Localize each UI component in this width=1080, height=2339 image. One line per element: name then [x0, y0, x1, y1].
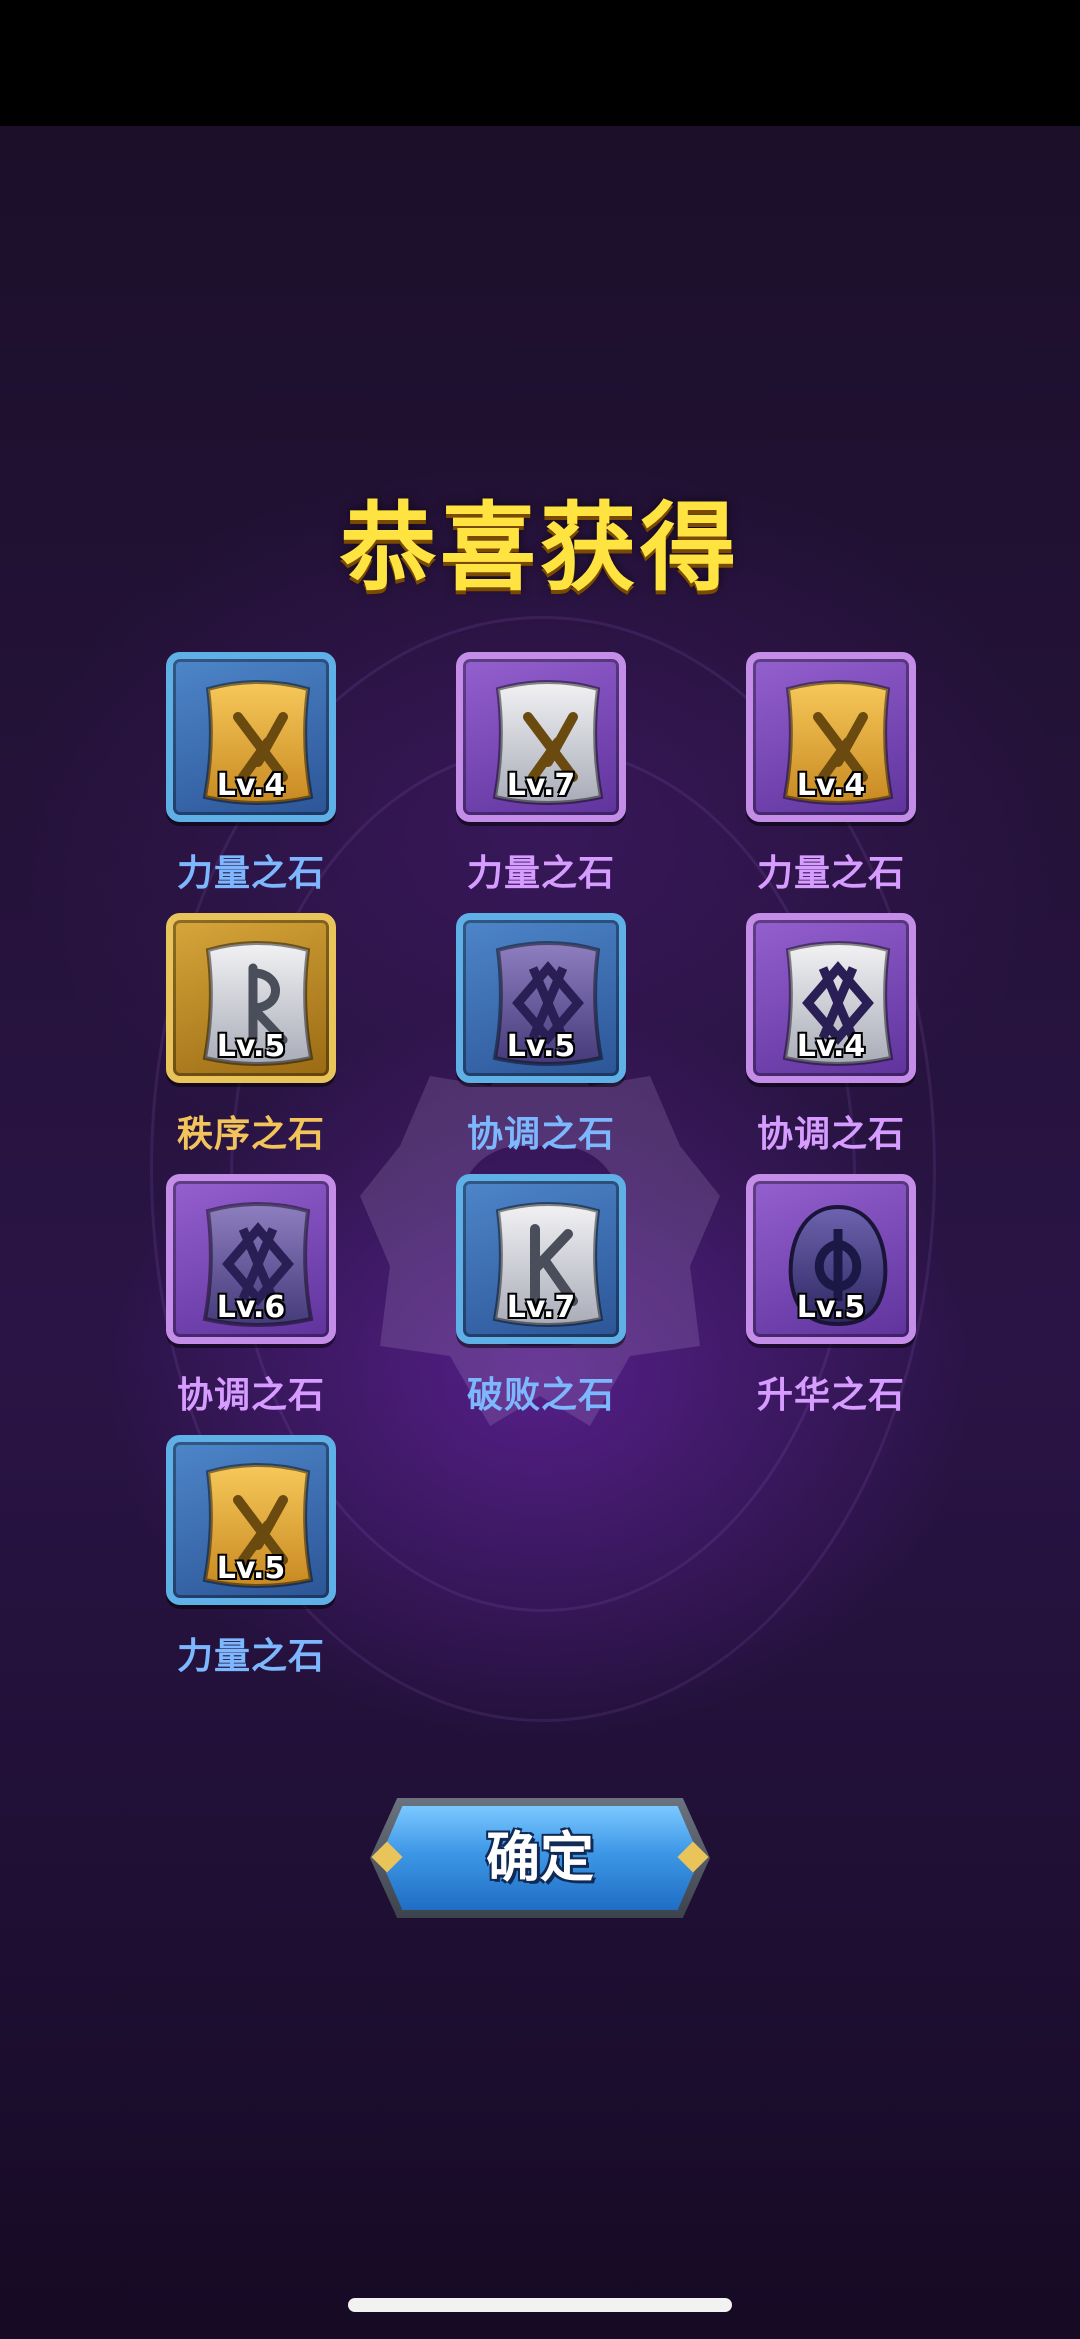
- reward-icon-frame: Lv.4: [746, 913, 916, 1083]
- reward-name: 破败之石: [466, 1375, 615, 1416]
- reward-grid: Lv.4 力量之石 Lv.7 力量之石 Lv.4 力量之石 Lv.5 秩序之石 Lv.5 协调之石…: [0, 0, 1080, 2339]
- reward-icon-frame: Lv.7: [456, 652, 626, 822]
- home-indicator[interactable]: [348, 2298, 732, 2312]
- reward-name: 协调之石: [466, 1114, 615, 1155]
- reward-item[interactable]: Lv.4 力量之石: [166, 652, 336, 896]
- reward-item[interactable]: Lv.5 协调之石: [456, 913, 626, 1157]
- confirm-button[interactable]: 确定: [370, 1798, 710, 1918]
- confirm-button-label: 确定: [486, 1826, 594, 1889]
- reward-item[interactable]: Lv.6 协调之石: [166, 1174, 336, 1418]
- reward-name: 协调之石: [756, 1114, 905, 1155]
- reward-item[interactable]: Lv.5 升华之石: [746, 1174, 916, 1418]
- reward-level: Lv.7: [506, 768, 576, 803]
- reward-icon-frame: Lv.7: [456, 1174, 626, 1344]
- reward-icon-frame: Lv.5: [166, 913, 336, 1083]
- reward-level: Lv.5: [796, 1290, 866, 1325]
- reward-name: 力量之石: [176, 853, 325, 894]
- reward-item[interactable]: Lv.5 秩序之石: [166, 913, 336, 1157]
- reward-item[interactable]: Lv.7 破败之石: [456, 1174, 626, 1418]
- reward-icon-frame: Lv.5: [456, 913, 626, 1083]
- reward-icon-frame: Lv.6: [166, 1174, 336, 1344]
- reward-item[interactable]: Lv.4 协调之石: [746, 913, 916, 1157]
- reward-icon-frame: Lv.5: [166, 1435, 336, 1605]
- reward-level: Lv.6: [216, 1290, 286, 1325]
- reward-level: Lv.4: [216, 768, 286, 803]
- reward-item[interactable]: Lv.4 力量之石: [746, 652, 916, 896]
- reward-icon-frame: Lv.4: [746, 652, 916, 822]
- reward-item[interactable]: Lv.5 力量之石: [166, 1435, 336, 1679]
- reward-name: 秩序之石: [176, 1114, 325, 1155]
- reward-name: 力量之石: [756, 853, 905, 894]
- reward-name: 力量之石: [176, 1636, 325, 1677]
- reward-name: 升华之石: [756, 1375, 905, 1416]
- reward-icon-frame: Lv.5: [746, 1174, 916, 1344]
- reward-level: Lv.5: [216, 1029, 286, 1064]
- reward-level: Lv.5: [506, 1029, 576, 1064]
- reward-level: Lv.4: [796, 768, 866, 803]
- reward-level: Lv.5: [216, 1551, 286, 1586]
- reward-name: 力量之石: [466, 853, 615, 894]
- reward-item[interactable]: Lv.7 力量之石: [456, 652, 626, 896]
- reward-level: Lv.4: [796, 1029, 866, 1064]
- reward-level: Lv.7: [506, 1290, 576, 1325]
- reward-icon-frame: Lv.4: [166, 652, 336, 822]
- reward-name: 协调之石: [176, 1375, 325, 1416]
